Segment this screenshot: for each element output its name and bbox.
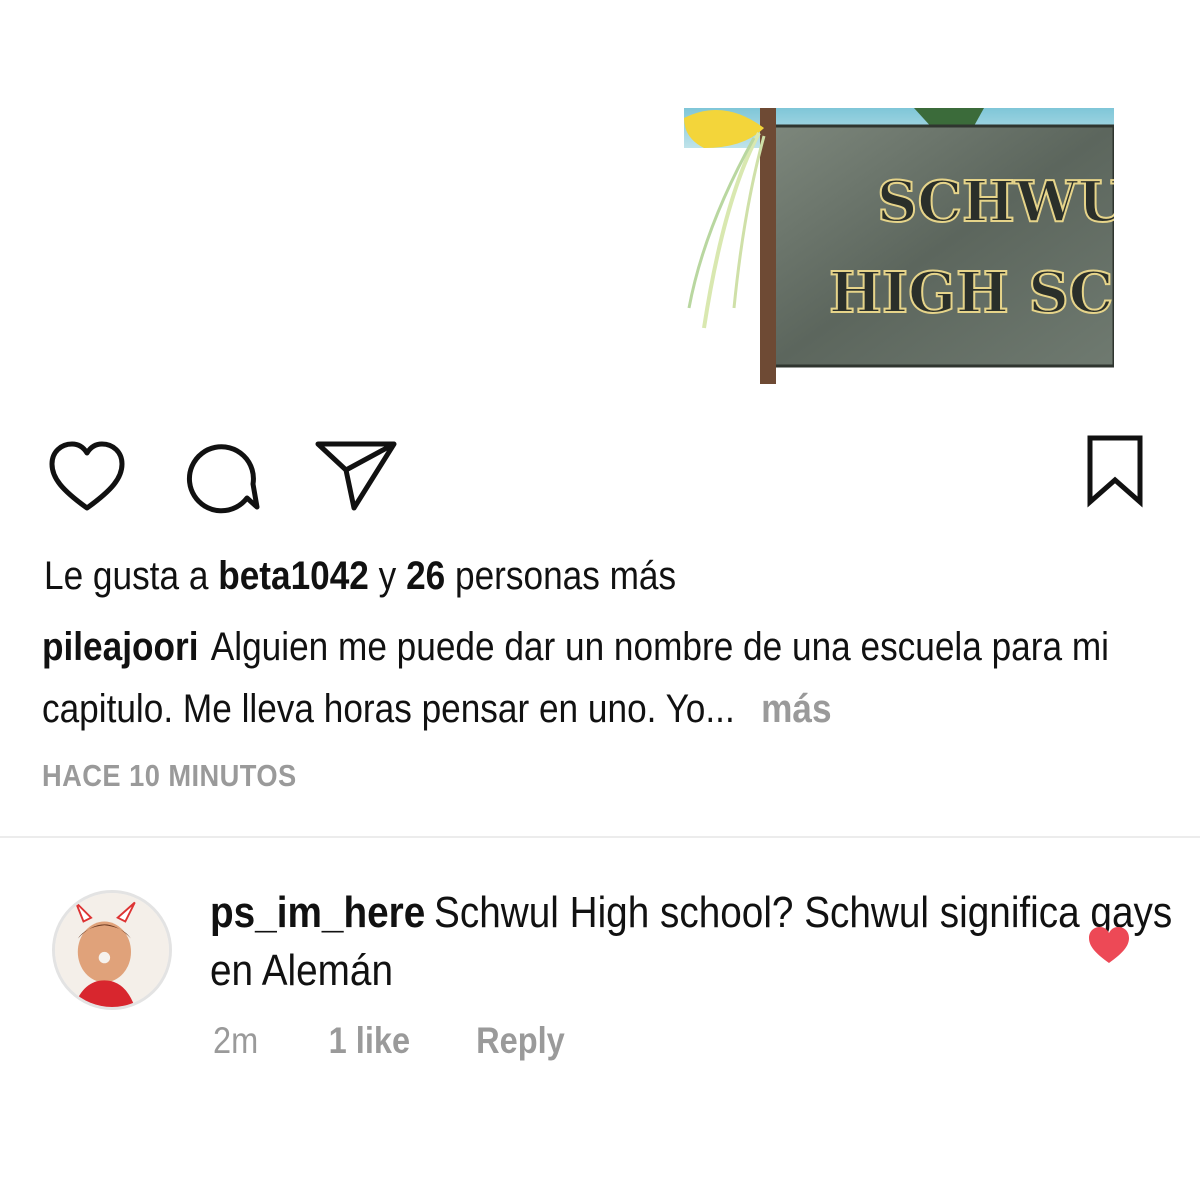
likes-prefix: Le gusta a [44,554,209,598]
post-actions [0,430,1200,520]
more-link[interactable]: más [761,687,831,731]
comment-time: 2m [213,1020,259,1061]
comment-body: ps_im_here Schwul High school? Schwul sig… [210,884,1178,1000]
likes-middle: y [378,554,397,598]
comment-likes[interactable]: 1 like [329,1018,410,1064]
reply-button[interactable]: Reply [476,1018,565,1064]
likes-summary: Le gusta a beta1042 y 26 personas más [44,552,676,600]
comment-icon[interactable] [177,432,267,522]
divider [0,836,1200,838]
commenter-username[interactable]: ps_im_here [210,888,425,937]
post-timestamp: HACE 10 MINUTOS [42,758,297,793]
comment-heart-icon[interactable] [1087,925,1131,965]
post-image[interactable]: SCHWUL HIGH SCHOO [684,108,1114,384]
likes-suffix: personas más [455,554,677,598]
heart-icon[interactable] [42,432,132,522]
comment-meta: 2m 1 like Reply [213,1018,565,1064]
caption-text: Alguien me puede dar un nombre de una es… [42,625,1109,731]
post-caption: pileajoori Alguien me puede dar un nombre… [42,616,1186,740]
sign-line-1: SCHWUL [877,169,1114,235]
bookmark-icon[interactable] [1076,430,1166,520]
likes-count[interactable]: 26 [406,554,445,598]
author-username[interactable]: pileajoori [42,625,198,669]
sign-line-2: HIGH SCHOO [829,260,1114,326]
avatar[interactable] [52,890,172,1010]
liker-username[interactable]: beta1042 [218,554,369,598]
send-icon[interactable] [308,430,398,520]
